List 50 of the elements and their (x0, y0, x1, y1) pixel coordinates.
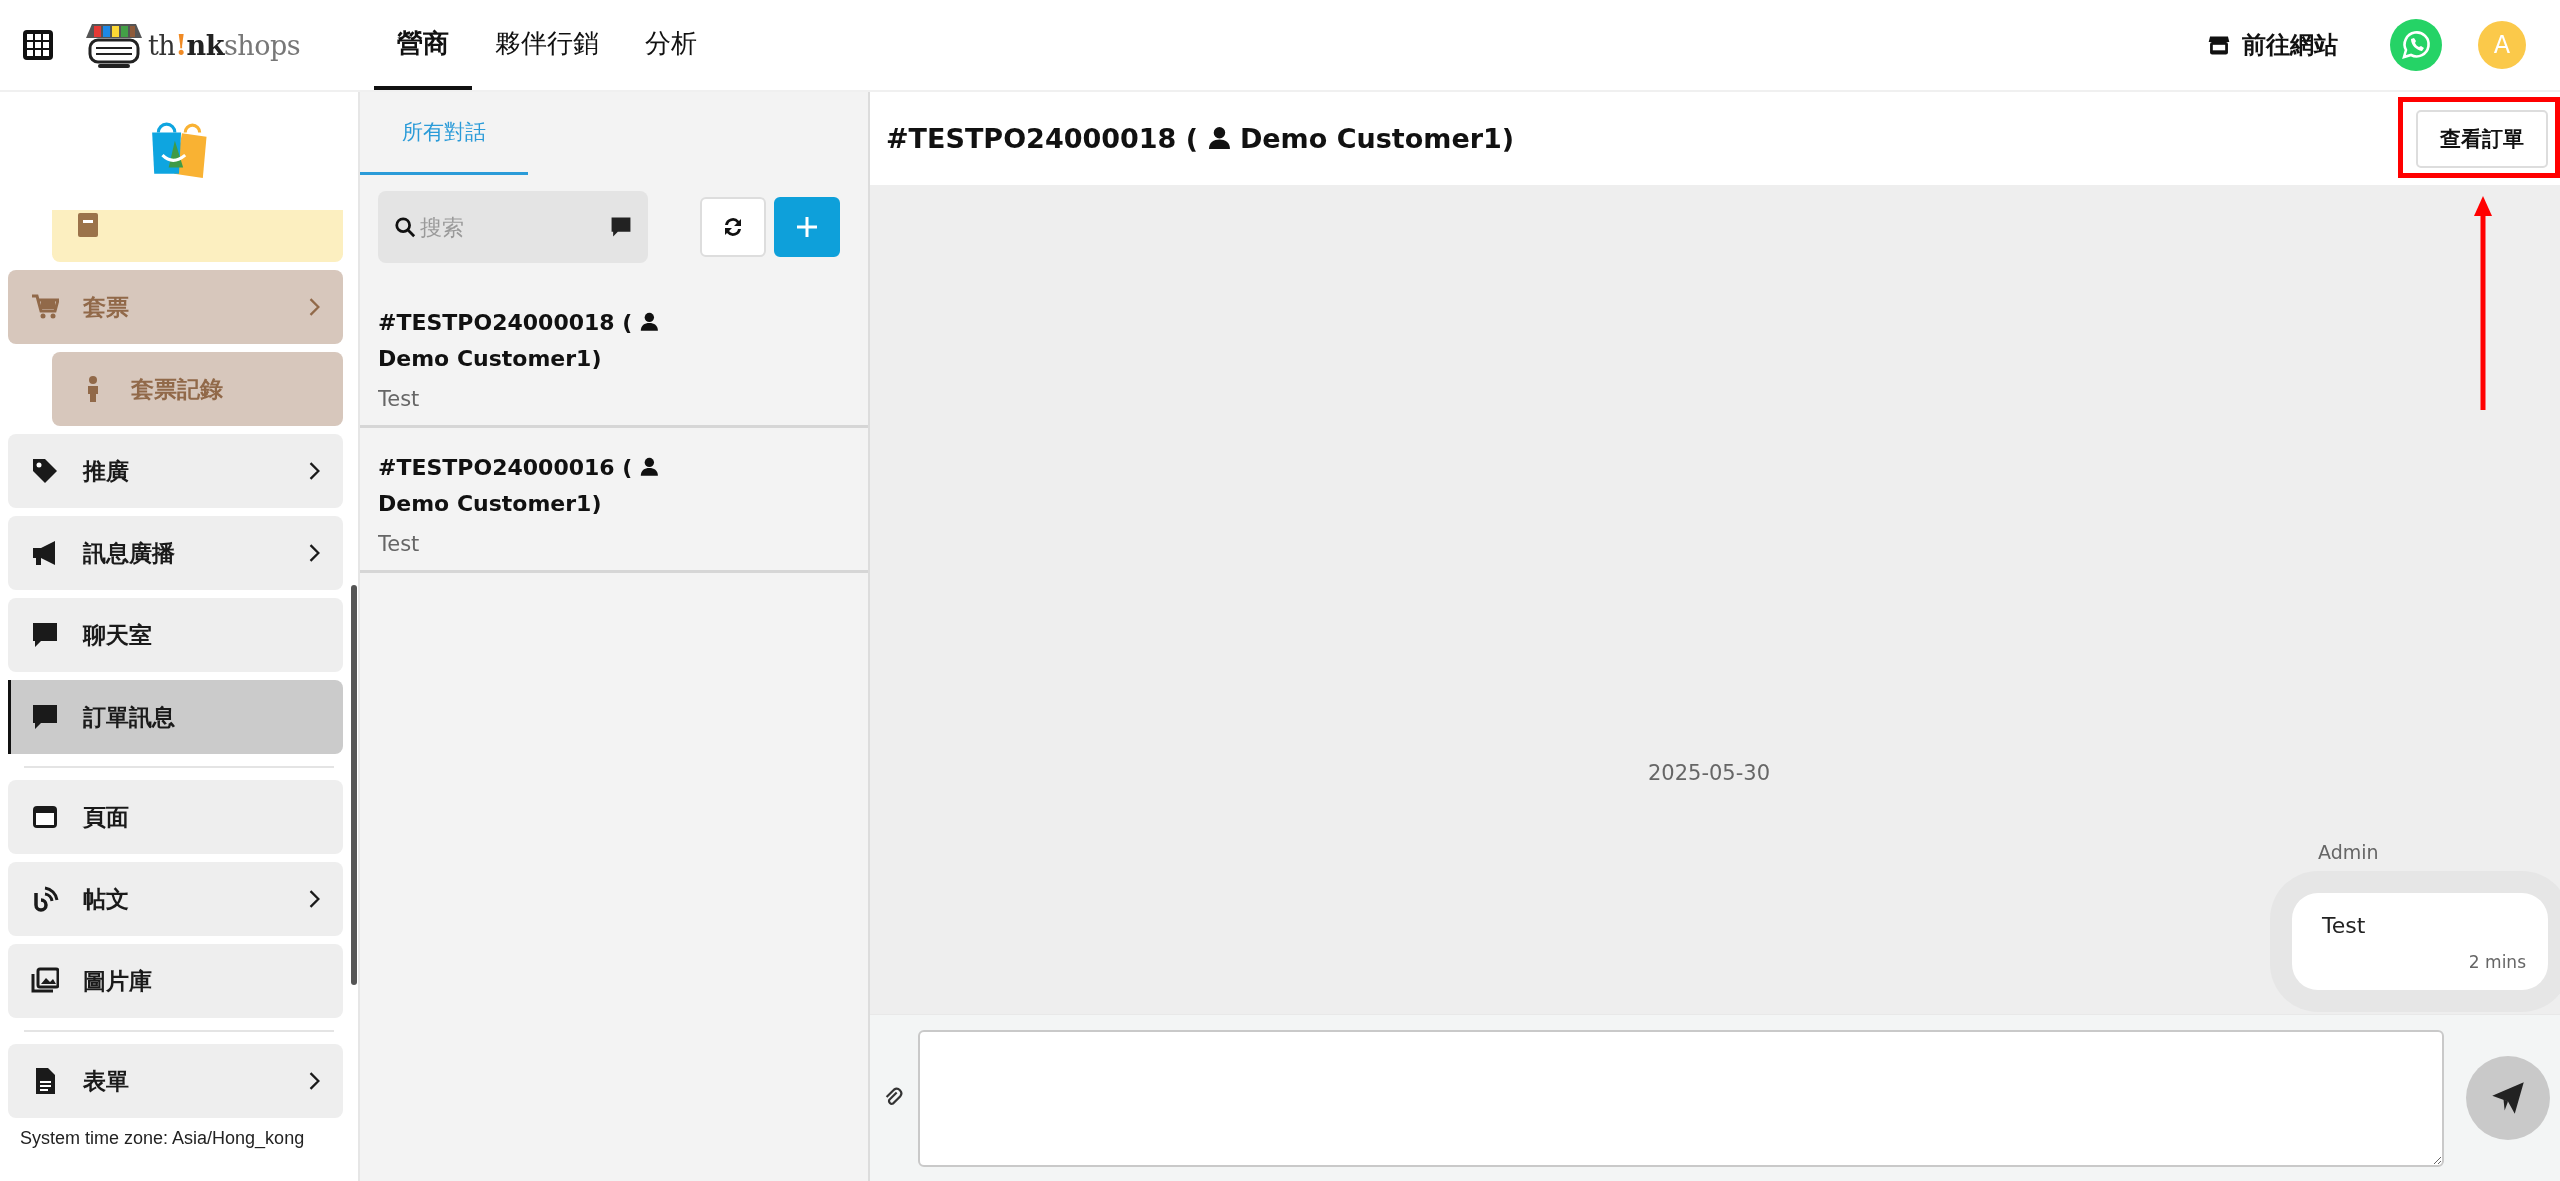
time-zone-note: System time zone: Asia/Hong_kong (19, 1127, 306, 1149)
customer-name: Demo Customer1) (378, 490, 602, 518)
person-icon (640, 312, 659, 332)
order-number: #TESTPO24000016 ( (378, 455, 633, 480)
order-number: #TESTPO24000018 ( (378, 310, 633, 335)
search-icon (394, 216, 416, 238)
sidebar-item[interactable]: 圖片庫 (8, 944, 343, 1018)
logo-text: th!nkshops (148, 29, 301, 61)
new-conversation-button[interactable] (774, 197, 840, 257)
chat-icon (31, 703, 59, 731)
message-preview: Test (378, 387, 421, 411)
refresh-button[interactable] (700, 197, 766, 257)
sidebar-item[interactable]: 推廣 (8, 434, 343, 508)
chat-icon (610, 216, 632, 238)
sidebar-item[interactable]: 訊息廣播 (8, 516, 343, 590)
cart-icon (31, 293, 59, 321)
customer-name: Demo Customer1) (1239, 123, 1515, 154)
customer-name: Demo Customer1) (378, 345, 602, 373)
window-icon (31, 803, 59, 831)
images-icon (31, 967, 59, 995)
plus-icon (795, 215, 819, 239)
message-input[interactable] (918, 1029, 2444, 1167)
signal-icon (31, 885, 59, 913)
sidebar-item[interactable]: 表單 (8, 1044, 343, 1118)
visit-site-link[interactable]: 前往網站 (2204, 25, 2342, 65)
nav-tab[interactable]: 夥伴行銷 (472, 0, 623, 90)
person-icon (1207, 126, 1231, 150)
apps-grid-icon[interactable] (22, 29, 54, 61)
order-number: #TESTPO24000018 ( (886, 123, 1199, 154)
conversation-item[interactable]: #TESTPO24000018 ( Demo Customer1) Test (360, 283, 868, 428)
nav-tab[interactable]: 分析 (622, 0, 721, 90)
message-time: 2 mins (2467, 952, 2526, 972)
sidebar-item[interactable]: 頁面 (8, 780, 343, 854)
conversation-item[interactable]: #TESTPO24000016 ( Demo Customer1) Test (360, 428, 868, 573)
message-preview: Test (378, 532, 421, 556)
date-separator: 2025-05-30 (1647, 761, 1770, 785)
chat-icon (31, 621, 59, 649)
sender-name: Admin (2318, 841, 2379, 863)
store-icon (2208, 34, 2230, 56)
view-order-button[interactable]: 查看訂單 (2416, 109, 2548, 168)
scrollbar-thumb[interactable] (351, 585, 357, 985)
tag-icon (31, 457, 59, 485)
message-text: Test (2322, 913, 2367, 938)
sidebar-item[interactable]: 訂單訊息 (8, 680, 343, 754)
sidebar-item[interactable]: 聊天室 (8, 598, 343, 672)
sidebar-item[interactable]: 帖文 (8, 862, 343, 936)
search-box[interactable]: 搜索 (378, 191, 648, 263)
search-field[interactable]: 搜索 (418, 190, 608, 264)
send-icon (2490, 1080, 2526, 1116)
person-icon (640, 457, 659, 477)
